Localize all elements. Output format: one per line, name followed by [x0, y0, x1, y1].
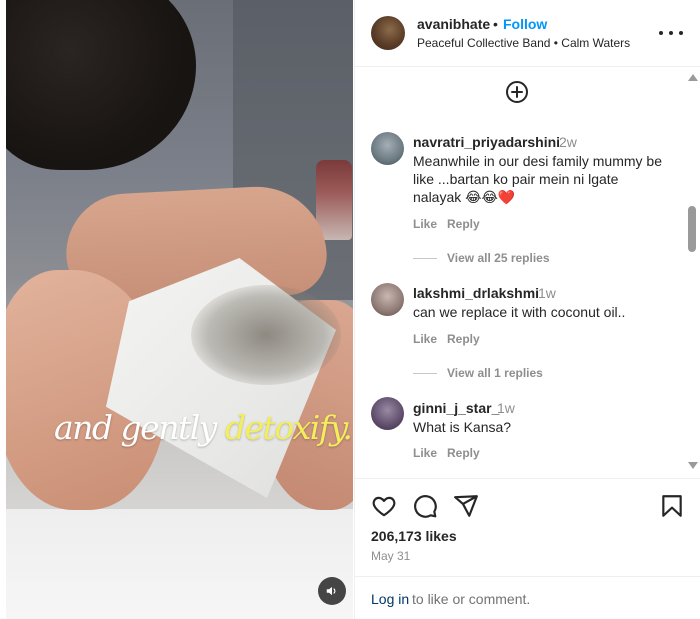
like-comment-button[interactable]: Like: [413, 446, 437, 460]
login-prompt: Log in to like or comment.: [355, 576, 700, 619]
heart-icon[interactable]: [371, 493, 397, 519]
share-icon[interactable]: [453, 493, 479, 519]
reply-button[interactable]: Reply: [447, 446, 480, 460]
comments-list[interactable]: navratri_priyadarshini 2w Meanwhile in o…: [355, 68, 685, 478]
divider: [413, 373, 437, 374]
caption-normal: and gently: [54, 408, 225, 447]
commenter-avatar[interactable]: [371, 132, 404, 165]
scrollbar-thumb[interactable]: [688, 206, 696, 252]
table-surface: [6, 509, 353, 619]
view-replies-button[interactable]: View all 1 replies: [447, 366, 543, 380]
divider: [413, 258, 437, 259]
more-dot-icon: [659, 31, 663, 35]
more-dot-icon: [669, 31, 673, 35]
commenter-avatar[interactable]: [371, 397, 404, 430]
speaker-icon: [326, 586, 336, 596]
view-replies-button[interactable]: View all 25 replies: [447, 251, 550, 265]
comment-username[interactable]: navratri_priyadarshini: [413, 134, 560, 150]
comment-text: Meanwhile in our desi family mummy be li…: [413, 153, 662, 205]
post-video[interactable]: and gently detoxify.: [6, 0, 353, 619]
jar: [316, 160, 352, 240]
post-header: avanibhate • Follow Peaceful Collective …: [355, 0, 700, 67]
avatar[interactable]: [371, 16, 405, 50]
like-comment-button[interactable]: Like: [413, 332, 437, 346]
header-username[interactable]: avanibhate: [417, 16, 490, 32]
comment-username[interactable]: lakshmi_drlakshmi: [413, 285, 539, 301]
login-link[interactable]: Log in: [371, 591, 409, 607]
comment-time: 1w: [538, 285, 556, 301]
comment-text: can we replace it with coconut oil..: [413, 304, 626, 320]
like-comment-button[interactable]: Like: [413, 217, 437, 231]
action-bar: 206,173 likes May 31: [355, 478, 700, 568]
video-caption: and gently detoxify.: [54, 408, 353, 447]
follow-button[interactable]: Follow: [503, 16, 547, 32]
tissue-stain: [191, 285, 341, 385]
audio-subtitle[interactable]: Peaceful Collective Band • Calm Waters: [417, 36, 630, 50]
bookmark-icon[interactable]: [659, 493, 685, 519]
reply-button[interactable]: Reply: [447, 332, 480, 346]
post-date[interactable]: May 31: [371, 549, 410, 563]
comments-scrollbar[interactable]: [685, 68, 699, 478]
likes-count[interactable]: 206,173 likes: [371, 528, 457, 544]
instagram-post-view: and gently detoxify. avanibhate • Follow…: [0, 0, 700, 619]
hair: [6, 0, 196, 170]
header-separator: •: [493, 16, 498, 32]
comment-icon[interactable]: [412, 493, 438, 519]
scroll-down-arrow-icon[interactable]: [688, 462, 698, 469]
comment-username[interactable]: ginni_j_star_: [413, 400, 499, 416]
reply-button[interactable]: Reply: [447, 217, 480, 231]
caption-highlight: detoxify.: [224, 408, 353, 447]
login-prompt-text: to like or comment.: [412, 591, 531, 607]
plus-circle-icon[interactable]: [505, 80, 529, 104]
post-side-panel: avanibhate • Follow Peaceful Collective …: [354, 0, 700, 619]
comment-time: 1w: [497, 400, 515, 416]
more-options-button[interactable]: [659, 25, 683, 41]
comment-time: 2w: [559, 134, 577, 150]
comment-text: What is Kansa?: [413, 419, 512, 435]
commenter-avatar[interactable]: [371, 283, 404, 316]
scroll-up-arrow-icon[interactable]: [688, 74, 698, 81]
mute-button[interactable]: [318, 577, 346, 605]
more-dot-icon: [679, 31, 683, 35]
